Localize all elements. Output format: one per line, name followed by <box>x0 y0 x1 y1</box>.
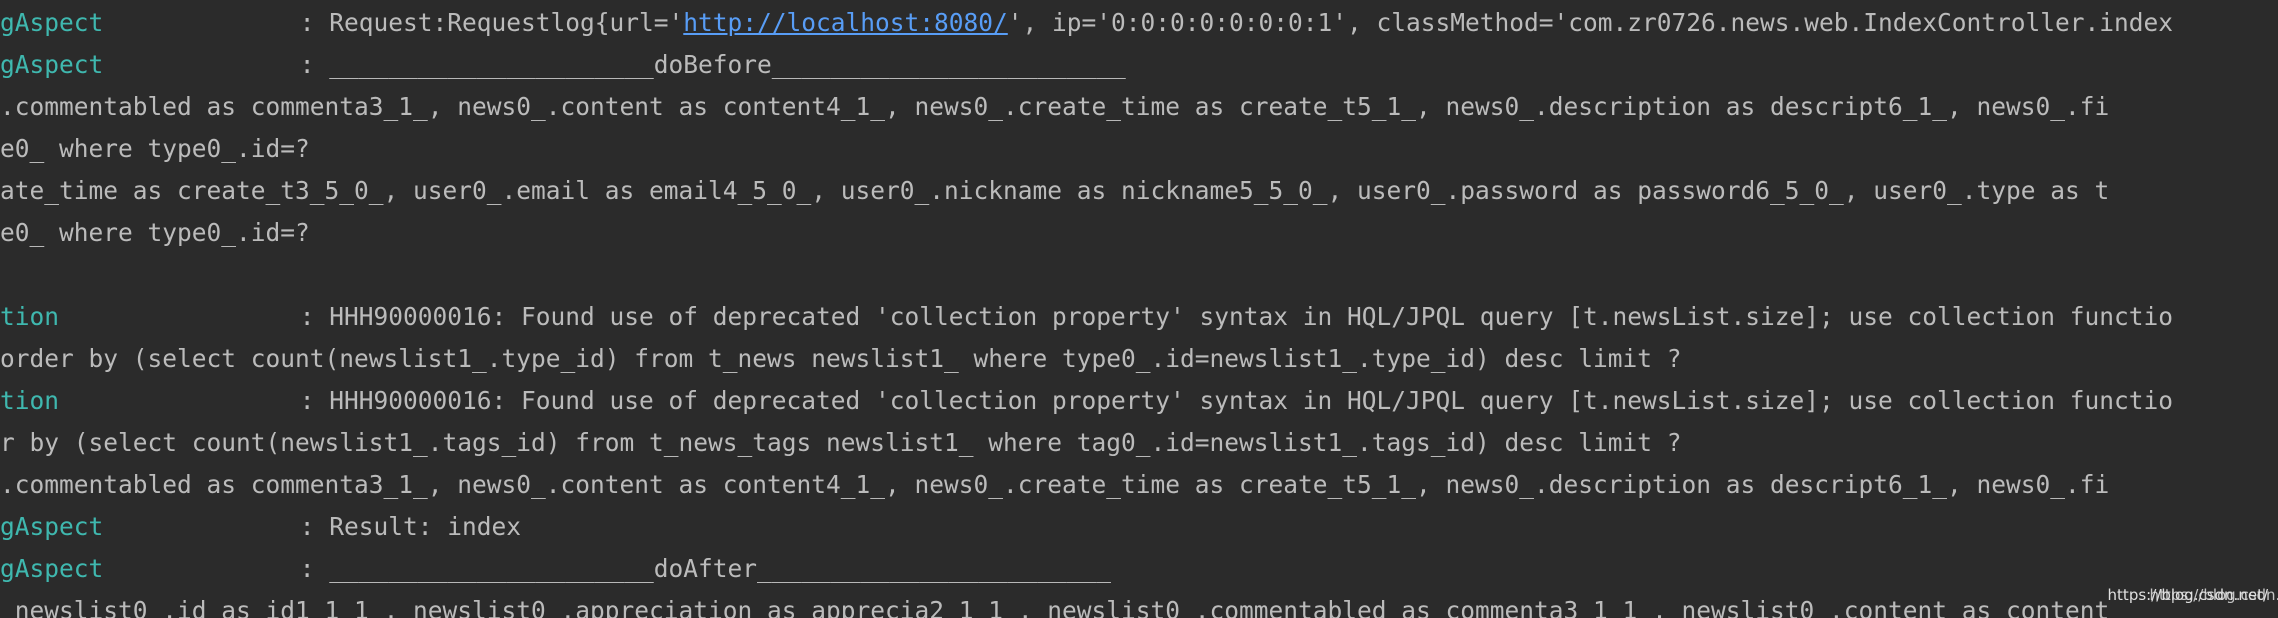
log-line: _newslist0_.id as id1_1_1_, newslist0_.a… <box>0 590 2109 618</box>
logger-name: tion <box>0 386 60 415</box>
log-line: r by (select count(newslist1_.tags_id) f… <box>0 422 1682 464</box>
logger-name: gAspect <box>0 512 104 541</box>
logger-name: tion <box>0 302 60 331</box>
log-text: : HHH90000016: Found use of deprecated '… <box>285 386 2174 415</box>
log-line: .commentabled as commenta3_1_, news0_.co… <box>0 86 2109 128</box>
log-text: .commentabled as commenta3_1_, news0_.co… <box>0 92 2110 121</box>
log-text: : ______________________doBefore________… <box>285 50 1126 79</box>
log-line: order by (select count(newslist1_.type_i… <box>0 338 1682 380</box>
logger-name: gAspect <box>0 554 104 583</box>
logger-name: gAspect <box>0 50 104 79</box>
log-url-link[interactable]: http://localhost:8080/ <box>683 8 1008 37</box>
log-line: .commentabled as commenta3_1_, news0_.co… <box>0 464 2109 506</box>
log-line: gAspect : Result: index <box>0 506 521 548</box>
log-text: order by (select count(newslist1_.type_i… <box>0 344 1682 373</box>
log-line: ate_time as create_t3_5_0_, user0_.email… <box>0 170 2109 212</box>
log-text: _newslist0_.id as id1_1_1_, newslist0_.a… <box>0 596 2110 618</box>
watermark: https://blog.csdn.net/ https://blog.csdn… <box>2108 586 2278 604</box>
log-text: e0_ where type0_.id=? <box>0 134 310 163</box>
log-line: gAspect : Request:Requestlog{url='http:/… <box>0 2 2173 44</box>
log-text: .commentabled as commenta3_1_, news0_.co… <box>0 470 2110 499</box>
log-line: tion : HHH90000016: Found use of depreca… <box>0 380 2173 422</box>
log-line: gAspect : ______________________doAfter_… <box>0 548 1111 590</box>
log-text: e0_ where type0_.id=? <box>0 218 310 247</box>
log-text: ', ip='0:0:0:0:0:0:0:1', classMethod='co… <box>1007 8 2174 37</box>
log-text: : Result: index <box>285 512 522 541</box>
log-line: gAspect : ______________________doBefore… <box>0 44 1126 86</box>
log-text: ate_time as create_t3_5_0_, user0_.email… <box>0 176 2110 205</box>
log-text: : HHH90000016: Found use of deprecated '… <box>285 302 2174 331</box>
log-text: : Request:Requestlog{url=' <box>285 8 684 37</box>
console-output[interactable]: gAspect : Request:Requestlog{url='http:/… <box>0 0 2278 618</box>
watermark-text-overlay: https://blog.csdn.net/qq_43926872 <box>2149 586 2278 604</box>
log-line: e0_ where type0_.id=? <box>0 212 310 254</box>
logger-name: gAspect <box>0 8 104 37</box>
log-line: tion : HHH90000016: Found use of depreca… <box>0 296 2173 338</box>
log-line: e0_ where type0_.id=? <box>0 128 310 170</box>
log-text: : ______________________doAfter_________… <box>285 554 1112 583</box>
log-text: r by (select count(newslist1_.tags_id) f… <box>0 428 1682 457</box>
